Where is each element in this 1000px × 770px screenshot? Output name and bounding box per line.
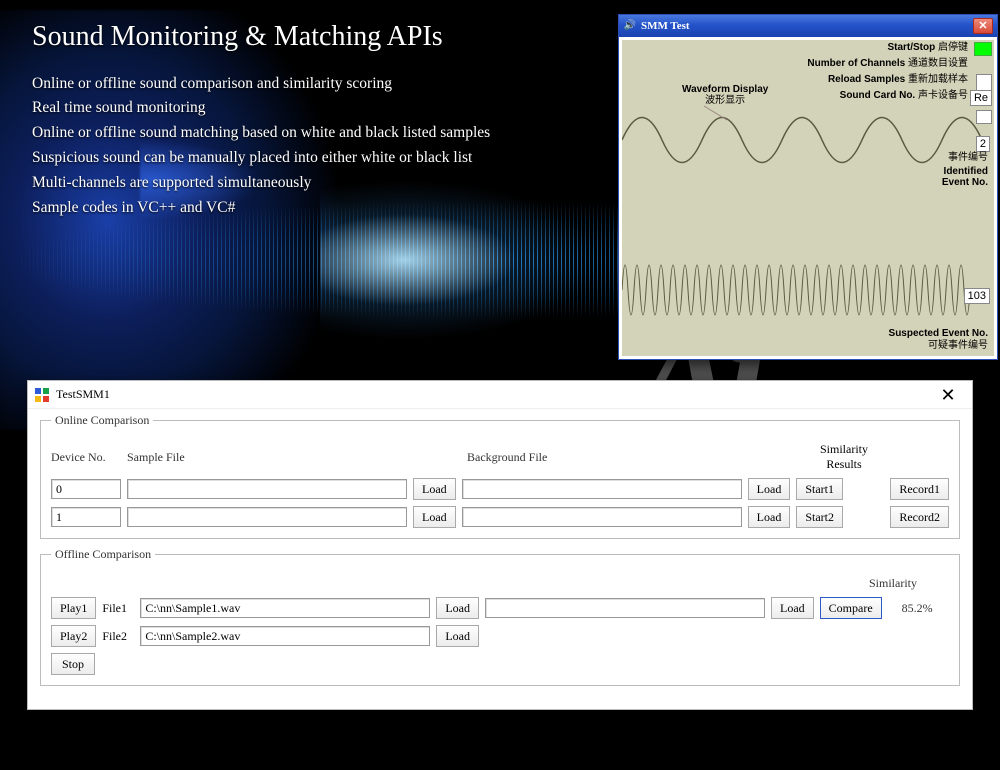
compare-button[interactable]: Compare [820,597,882,619]
background-file-input[interactable] [462,479,742,499]
device-no-input[interactable] [51,507,121,527]
smm-identified-label-en: Identified Event No. [942,166,988,188]
close-icon: ✕ [978,21,987,32]
file2-load-button[interactable]: Load [436,625,479,647]
online-comparison-legend: Online Comparison [51,413,153,428]
device-no-input[interactable] [51,479,121,499]
smm-app-icon: 🔊 [623,19,637,33]
smm-canvas: Re Start/Stop 启停键 Number of Channels 通道数… [622,40,994,356]
start1-button[interactable]: Start1 [796,478,843,500]
testsmm1-app-icon [34,387,50,403]
smm-waveform-label-zh: 波形显示 [682,95,768,106]
smm-identified-value: 2 [976,136,990,152]
smm-reload-label-en: Reload Samples [828,74,905,85]
sample-file-header: Sample File [127,450,407,465]
hero-line: Online or offline sound matching based o… [32,121,592,146]
similarity-label: Similarity [869,576,949,591]
play1-button[interactable]: Play1 [51,597,96,619]
bg-load-button[interactable]: Load [748,478,791,500]
background-file-header: Background File [467,450,747,465]
online-row: Load Load Start1 Record1 [51,478,949,500]
similarity-header: Similarity [809,442,879,457]
file1-label: File1 [102,601,134,616]
smm-card-label-en: Sound Card No. [840,90,916,101]
play2-button[interactable]: Play2 [51,625,96,647]
offline-comparison-legend: Offline Comparison [51,547,155,562]
smm-start-stop-label-en: Start/Stop [887,42,935,53]
file2-label: File2 [102,629,134,644]
smm-channels-label-en: Number of Channels [807,58,905,69]
hero-line: Multi-channels are supported simultaneou… [32,171,592,196]
smm-card-label-zh: 声卡设备号 [918,90,968,101]
sample-load-button[interactable]: Load [413,478,456,500]
device-no-header: Device No. [51,450,121,465]
smm-suspected-value: 103 [964,288,990,304]
record2-button[interactable]: Record2 [890,506,949,528]
bg-load-button[interactable]: Load [748,506,791,528]
offline-bg-load-button[interactable]: Load [771,597,814,619]
smm-suspected-label-zh: 可疑事件编号 [928,340,988,351]
hero-text-block: Sound Monitoring & Matching APIs Online … [32,20,592,220]
hero-line: Sample codes in VC++ and VC# [32,196,592,221]
testsmm1-window: TestSMM1 ✕ Online Comparison Device No. … [27,380,973,710]
offline-comparison-group: Offline Comparison Similarity Play1 File… [40,547,960,686]
testsmm1-titlebar[interactable]: TestSMM1 ✕ [28,381,972,409]
offline-bg-input[interactable] [485,598,765,618]
results-header: Results [809,457,879,472]
smm-reload-button[interactable]: Re [970,90,992,106]
smm-start-stop-label-zh: 启停键 [938,42,968,53]
online-comparison-group: Online Comparison Device No. Sample File… [40,413,960,539]
hero-line: Real time sound monitoring [32,96,592,121]
smm-suspected-label-en: Suspected Event No. [889,328,988,339]
smm-titlebar[interactable]: 🔊 SMM Test ✕ [619,15,997,37]
hero-line: Suspicious sound can be manually placed … [32,146,592,171]
start2-button[interactable]: Start2 [796,506,843,528]
smm-test-window: 🔊 SMM Test ✕ Re Start/Stop 启停键 Number of… [618,14,998,360]
smm-start-stop-indicator[interactable] [974,42,992,56]
sample-load-button[interactable]: Load [413,506,456,528]
stop-button[interactable]: Stop [51,653,95,675]
online-row: Load Load Start2 Record2 [51,506,949,528]
smm-title: SMM Test [641,21,690,32]
similarity-value: 85.2% [902,601,933,616]
file2-input[interactable] [140,626,430,646]
file1-load-button[interactable]: Load [436,597,479,619]
smm-close-button[interactable]: ✕ [973,18,993,34]
testsmm1-title: TestSMM1 [56,387,110,402]
sample-file-input[interactable] [127,479,407,499]
smm-channels-label-zh: 通道数目设置 [908,58,968,69]
record1-button[interactable]: Record1 [890,478,949,500]
testsmm1-close-button[interactable]: ✕ [930,385,966,405]
background-file-input[interactable] [462,507,742,527]
sample-file-input[interactable] [127,507,407,527]
smm-identified-label-zh: 事件编号 [948,152,988,163]
close-icon: ✕ [940,386,955,404]
hero-line: Online or offline sound comparison and s… [32,72,592,97]
smm-waveform-label-en: Waveform Display [682,84,768,95]
file1-input[interactable] [140,598,430,618]
smm-reload-label-zh: 重新加载样本 [908,74,968,85]
page-title: Sound Monitoring & Matching APIs [32,20,592,54]
smm-soundcard-selector[interactable] [976,110,992,124]
